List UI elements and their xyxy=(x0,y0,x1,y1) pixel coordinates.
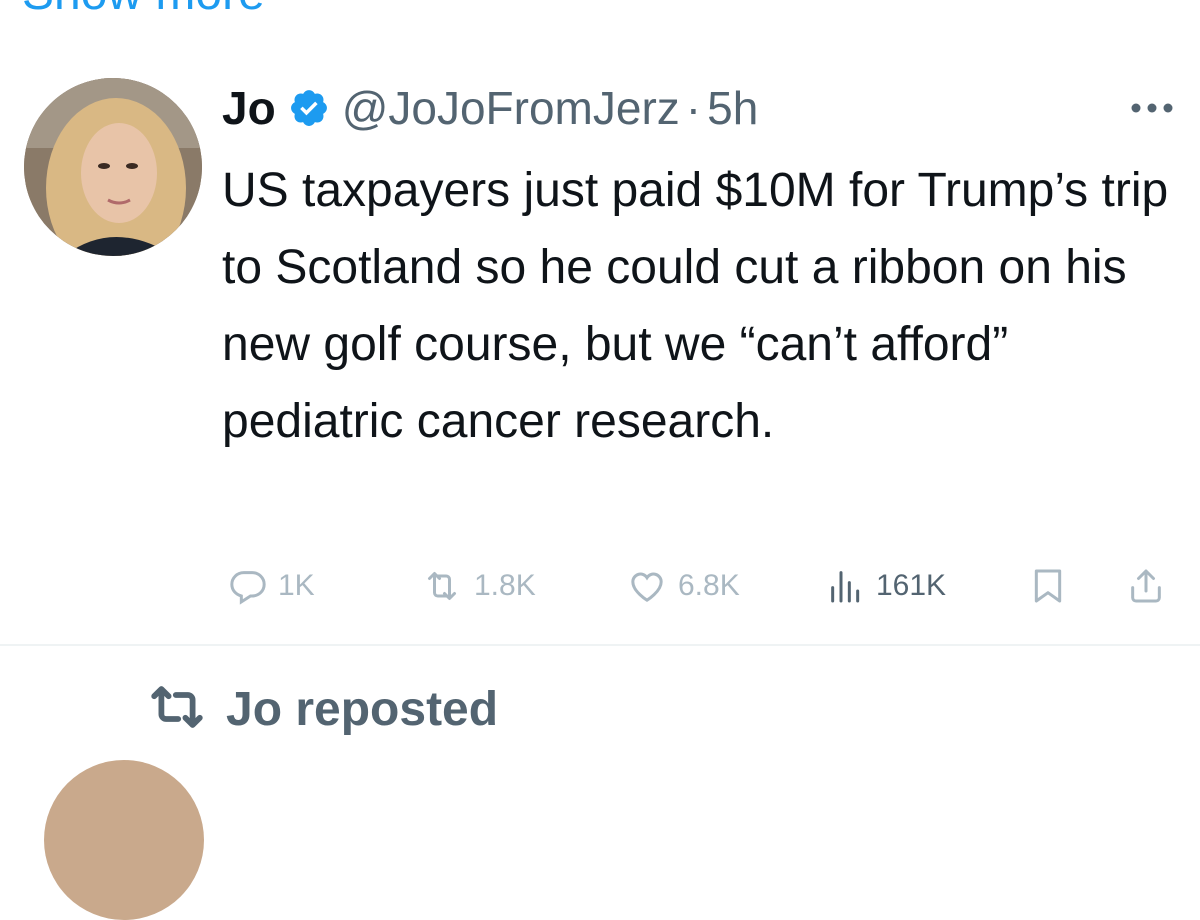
repost-button[interactable]: 1.8K xyxy=(420,560,536,612)
repost-icon xyxy=(420,566,464,606)
separator-dot: · xyxy=(685,82,702,134)
views-chart-icon xyxy=(826,566,866,606)
like-count: 6.8K xyxy=(678,569,740,602)
share-button[interactable] xyxy=(1126,560,1166,612)
verified-badge-icon[interactable] xyxy=(288,87,330,129)
author-name[interactable]: Jo xyxy=(222,81,276,135)
like-button[interactable]: 6.8K xyxy=(626,560,740,612)
share-icon xyxy=(1126,565,1166,607)
repost-count: 1.8K xyxy=(474,569,536,602)
action-bar: 1K 1.8K 6.8K 161K xyxy=(222,560,1182,612)
reply-icon xyxy=(228,566,268,606)
bookmark-icon xyxy=(1028,565,1068,607)
tweet-timestamp[interactable]: 5h xyxy=(707,81,758,135)
tweet-header: Jo @JoJoFromJerz · 5h xyxy=(222,82,758,134)
heart-icon xyxy=(626,566,668,606)
views-count: 161K xyxy=(876,569,947,602)
reply-count: 1K xyxy=(278,569,315,602)
views-button[interactable]: 161K xyxy=(826,560,946,612)
repost-indicator-icon xyxy=(148,683,206,736)
tweet[interactable]: Jo @JoJoFromJerz · 5h US taxpayers just … xyxy=(0,0,1200,644)
next-tweet-avatar[interactable] xyxy=(44,760,204,920)
tweet-divider xyxy=(0,644,1200,646)
repost-label: Jo reposted xyxy=(226,683,499,736)
repost-context[interactable]: Jo reposted xyxy=(148,682,498,737)
more-horizontal-icon[interactable] xyxy=(1130,92,1174,114)
reply-button[interactable]: 1K xyxy=(228,560,315,612)
author-handle[interactable]: @JoJoFromJerz xyxy=(342,81,680,135)
avatar[interactable] xyxy=(24,78,202,256)
bookmark-button[interactable] xyxy=(1028,560,1068,612)
tweet-text: US taxpayers just paid $10M for Trump’s … xyxy=(222,164,1169,448)
